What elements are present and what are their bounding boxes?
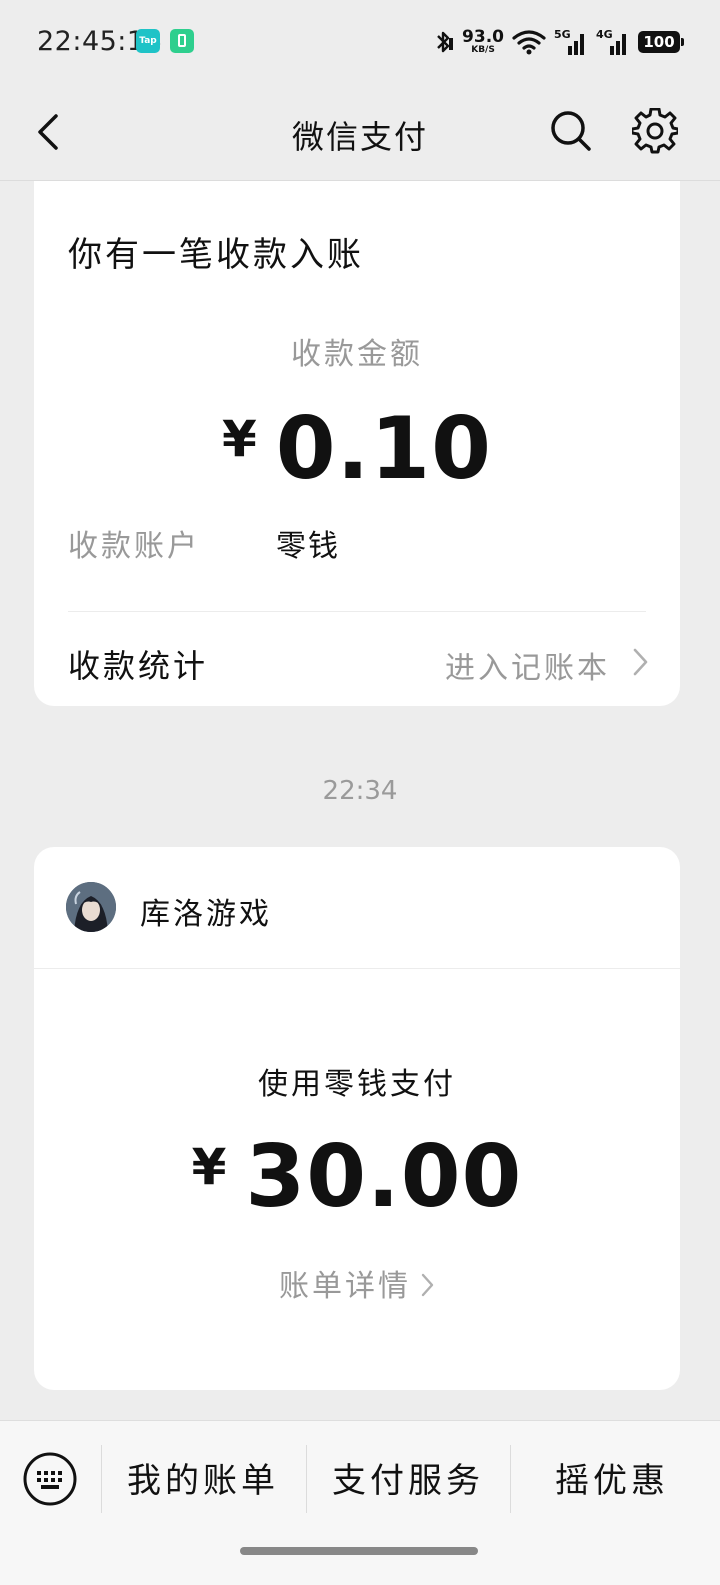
bottom-menu-bar: 我的账单 支付服务 摇优惠 [0,1420,720,1585]
income-account-value: 零钱 [276,529,340,564]
page-title: 微信支付 [291,118,428,156]
home-indicator[interactable] [240,1547,478,1555]
currency-symbol: ¥ [222,410,258,468]
wifi-icon [512,30,546,55]
income-heading: 你有一笔收款入账 [68,235,364,275]
status-icons: 93.0 KB/S 5G 4G 100 [434,24,684,60]
payment-method-label: 使用零钱支付 [258,1067,456,1102]
signal-5g-icon: 5G [554,28,588,56]
search-icon[interactable] [548,108,594,154]
currency-symbol: ¥ [191,1138,228,1196]
income-amount-value: 0.10 [275,399,492,499]
taptap-app-icon: Tap [136,29,160,53]
divider [68,611,646,612]
signal-4g-icon: 4G [596,28,630,56]
message-timestamp: 22:34 [322,776,398,806]
bluetooth-icon [437,31,454,53]
menu-separator [101,1445,102,1513]
merchant-name: 库洛游戏 [140,897,272,932]
menu-pay-services[interactable]: 支付服务 [308,1453,508,1502]
battery-icon: 100 [638,31,684,53]
income-stats-label[interactable]: 收款统计 [68,641,208,687]
merchant-row[interactable]: 库洛游戏 [34,847,680,969]
bill-detail-label: 账单详情 [279,1269,411,1304]
gear-icon[interactable] [632,108,678,154]
income-amount: ¥0.10 [34,399,680,499]
income-amount-label: 收款金额 [291,337,423,372]
battery-app-icon [170,29,194,53]
ledger-link[interactable]: 进入记账本 [445,643,610,687]
payment-amount: ¥30.00 [34,1127,680,1227]
menu-separator [306,1445,307,1513]
menu-separator [510,1445,511,1513]
menu-shake-deals[interactable]: 摇优惠 [512,1453,712,1502]
chevron-right-icon[interactable] [630,646,650,678]
income-notification-card[interactable]: 你有一笔收款入账 收款金额 ¥0.10 收款账户 零钱 收款统计 进入记账本 [34,181,680,706]
network-speed: 93.0 KB/S [462,27,504,55]
income-account-label: 收款账户 [68,529,200,564]
keyboard-icon[interactable] [22,1451,78,1507]
status-bar: 22:45:16 Tap 93.0 KB/S 5G 4G 100 [0,0,720,86]
nav-header: 微信支付 [0,86,720,181]
payment-notification-card[interactable]: 库洛游戏 使用零钱支付 ¥30.00 账单详情 [34,847,680,1390]
bill-detail-link[interactable]: 账单详情 [34,1261,680,1305]
merchant-avatar [66,882,116,932]
chevron-right-icon [421,1273,434,1297]
payment-amount-value: 30.00 [245,1127,523,1227]
menu-my-bills[interactable]: 我的账单 [103,1453,303,1502]
